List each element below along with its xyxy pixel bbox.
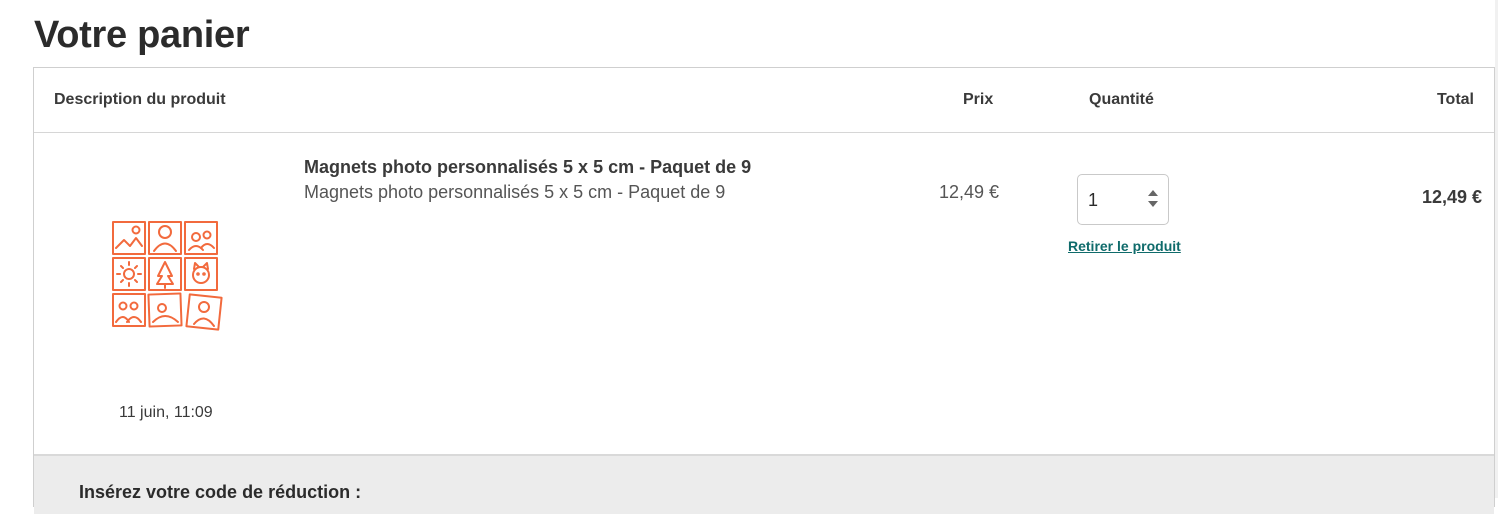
- quantity-arrows[interactable]: [1148, 188, 1158, 210]
- product-subtitle: Magnets photo personnalisés 5 x 5 cm - P…: [304, 182, 726, 202]
- chevron-up-icon[interactable]: [1148, 190, 1158, 196]
- chevron-down-icon[interactable]: [1148, 201, 1158, 207]
- cart-table: Description du produit Prix Quantité Tot…: [33, 67, 1495, 514]
- column-header-total: Total: [1436, 91, 1474, 108]
- product-name: Magnets photo personnalisés 5 x 5 cm - P…: [304, 157, 752, 177]
- cart-table-header: Description du produit Prix Quantité Tot…: [34, 68, 1494, 133]
- column-header-description: Description du produit: [54, 91, 226, 108]
- column-header-price: Prix: [963, 91, 994, 108]
- magnet-grid-icon: [112, 221, 223, 331]
- column-header-quantity: Quantité: [1089, 91, 1154, 108]
- product-date: 11 juin, 11:09: [119, 404, 213, 421]
- discount-label: Insérez votre code de réduction :: [79, 482, 362, 502]
- page-title: Votre panier: [34, 14, 250, 56]
- discount-section: Insérez votre code de réduction :: [34, 454, 1494, 514]
- product-unit-price: 12,49 €: [939, 182, 1000, 202]
- remove-product-link[interactable]: Retirer le produit: [1068, 238, 1181, 254]
- product-thumbnail[interactable]: [110, 218, 226, 336]
- line-total: 12,49 €: [1421, 187, 1482, 207]
- quantity-value[interactable]: 1: [1088, 190, 1098, 211]
- quantity-stepper[interactable]: 1: [1077, 174, 1169, 225]
